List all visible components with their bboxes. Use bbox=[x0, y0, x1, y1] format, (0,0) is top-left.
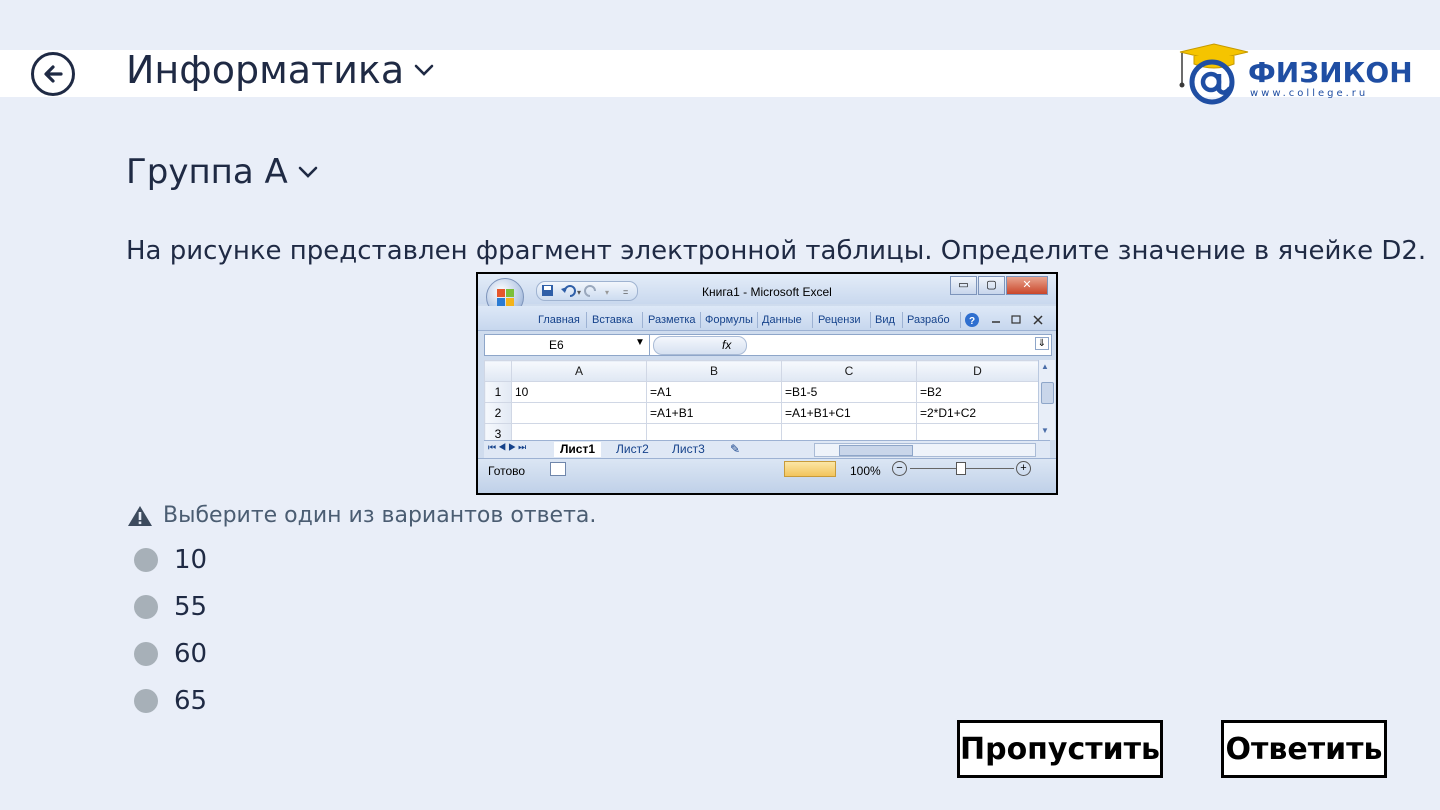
skip-button[interactable]: Пропустить bbox=[957, 720, 1163, 778]
excel-ribbon: Главная Вставка Разметка Формулы Данные … bbox=[478, 306, 1056, 331]
ribbon-tab: Рецензи bbox=[818, 314, 861, 326]
table-row: 1 10 =A1 =B1-5 =B2 bbox=[484, 381, 1039, 403]
ribbon-controls: ? bbox=[965, 313, 1043, 327]
group-selector[interactable]: Группа А bbox=[126, 152, 318, 192]
excel-titlebar: ▾ ▾ = Книга1 - Microsoft Excel ▭ ▢ ✕ bbox=[478, 274, 1056, 316]
answer-hint: Выберите один из вариантов ответа. bbox=[127, 503, 596, 528]
zoom-in-icon: + bbox=[1016, 461, 1031, 476]
close-icon: ✕ bbox=[1006, 276, 1048, 295]
vertical-scrollbar: ▲ ▼ bbox=[1038, 360, 1055, 440]
zoom-slider-thumb bbox=[956, 462, 966, 475]
table-row: 2 =A1+B1 =A1+B1+C1 =2*D1+C2 bbox=[484, 402, 1039, 424]
cell-c2: =A1+B1+C1 bbox=[781, 402, 917, 424]
sheet-tabs-bar: ⏮◀▶⏭ Лист1 Лист2 Лист3 ✎ bbox=[484, 440, 1050, 458]
fizikon-logo: ФИЗИКОН www.college.ru bbox=[1172, 40, 1413, 106]
sheet-tab: Лист2 bbox=[616, 442, 649, 456]
dropdown-arrow-icon: ▼ bbox=[635, 337, 645, 348]
radio-button[interactable] bbox=[134, 595, 158, 619]
question-text: На рисунке представлен фрагмент электрон… bbox=[126, 236, 1427, 266]
subject-selector[interactable]: Информатика bbox=[126, 48, 434, 92]
row-header: 2 bbox=[484, 402, 512, 424]
corner-cell bbox=[484, 360, 512, 382]
svg-text:=: = bbox=[623, 287, 628, 297]
sheet-tab: Лист3 bbox=[672, 442, 705, 456]
option-label: 55 bbox=[174, 592, 208, 622]
radio-button[interactable] bbox=[134, 548, 158, 572]
cell-d1: =B2 bbox=[916, 381, 1039, 403]
view-buttons bbox=[784, 461, 836, 477]
answer-option[interactable]: 55 bbox=[134, 592, 207, 622]
column-header: C bbox=[781, 360, 917, 382]
maximize-icon: ▢ bbox=[978, 276, 1005, 295]
chevron-down-icon bbox=[414, 64, 434, 76]
svg-text:▾: ▾ bbox=[577, 288, 581, 297]
option-label: 65 bbox=[174, 686, 208, 716]
cell-b1: =A1 bbox=[646, 381, 782, 403]
fx-button: fx bbox=[653, 336, 747, 355]
back-button[interactable] bbox=[31, 52, 75, 96]
answer-option[interactable]: 60 bbox=[134, 639, 207, 669]
ribbon-tab: Вставка bbox=[592, 314, 633, 326]
ribbon-tab: Формулы bbox=[705, 314, 753, 326]
cell-b2: =A1+B1 bbox=[646, 402, 782, 424]
minimize-icon: ▭ bbox=[950, 276, 977, 295]
ribbon-tab: Разметка bbox=[648, 314, 696, 326]
svg-text:▾: ▾ bbox=[605, 288, 609, 297]
warning-icon bbox=[128, 505, 152, 526]
ribbon-tab: Разрабо bbox=[907, 314, 950, 326]
subject-title: Информатика bbox=[126, 48, 405, 92]
logo-url: www.college.ru bbox=[1250, 88, 1368, 99]
status-text: Готово bbox=[488, 464, 526, 478]
row-header: 1 bbox=[484, 381, 512, 403]
column-header: B bbox=[646, 360, 782, 382]
status-bar: Готово 100% − + bbox=[478, 458, 1056, 493]
radio-button[interactable] bbox=[134, 642, 158, 666]
expand-icon: ⇓ bbox=[1034, 337, 1049, 350]
answer-option[interactable]: 65 bbox=[134, 686, 207, 716]
new-sheet-icon: ✎ bbox=[730, 442, 741, 456]
logo-brand: ФИЗИКОН bbox=[1248, 56, 1412, 89]
excel-window-title: Книга1 - Microsoft Excel bbox=[702, 285, 832, 299]
spreadsheet-grid: A B C D 1 10 =A1 =B1-5 =B2 2 =A1+B1 =A1+… bbox=[484, 360, 1055, 445]
column-header: D bbox=[916, 360, 1039, 382]
radio-button[interactable] bbox=[134, 689, 158, 713]
answer-option[interactable]: 10 bbox=[134, 545, 207, 575]
column-header: A bbox=[511, 360, 647, 382]
svg-text:?: ? bbox=[969, 316, 975, 327]
cell-d2: =2*D1+C2 bbox=[916, 402, 1039, 424]
chevron-down-icon bbox=[298, 166, 318, 178]
ribbon-tab: Главная bbox=[538, 314, 580, 326]
option-label: 60 bbox=[174, 639, 208, 669]
arrow-left-icon bbox=[44, 65, 63, 83]
answer-button[interactable]: Ответить bbox=[1221, 720, 1387, 778]
zoom-out-icon: − bbox=[892, 461, 907, 476]
quick-access-toolbar: ▾ ▾ = bbox=[536, 281, 638, 301]
cell-a2 bbox=[511, 402, 647, 424]
horizontal-scrollbar bbox=[814, 443, 1036, 457]
hint-text: Выберите один из вариантов ответа. bbox=[163, 503, 597, 528]
cell-a1: 10 bbox=[511, 381, 647, 403]
cell-c1: =B1-5 bbox=[781, 381, 917, 403]
option-label: 10 bbox=[174, 545, 208, 575]
ribbon-tab: Вид bbox=[875, 314, 895, 326]
zoom-level: 100% bbox=[850, 464, 881, 478]
name-box: E6 ▼ bbox=[485, 335, 650, 355]
group-title: Группа А bbox=[126, 152, 288, 192]
formula-bar: E6 ▼ fx ⇓ bbox=[484, 334, 1052, 356]
window-controls: ▭ ▢ ✕ bbox=[950, 276, 1048, 295]
ribbon-tab: Данные bbox=[762, 314, 802, 326]
sheet-tab: Лист1 bbox=[554, 442, 602, 457]
macro-icon bbox=[550, 462, 566, 476]
sheet-nav-icons: ⏮◀▶⏭ bbox=[488, 442, 529, 452]
spreadsheet-image: ▾ ▾ = Книга1 - Microsoft Excel ▭ ▢ ✕ Гла… bbox=[476, 272, 1058, 495]
